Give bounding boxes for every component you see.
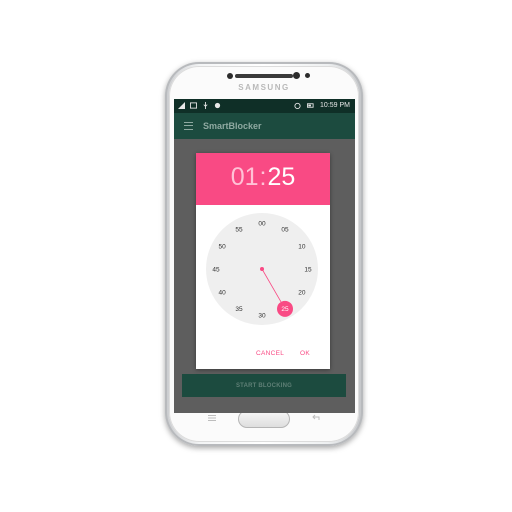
android-icon (214, 102, 221, 109)
back-key-icon[interactable] (311, 414, 321, 422)
time-display: 01:25 (196, 162, 330, 192)
hour-display[interactable]: 01 (231, 163, 259, 191)
minute-label-15[interactable]: 15 (304, 266, 312, 273)
minute-label-50[interactable]: 50 (219, 243, 227, 250)
status-bar: 10:59 PM (174, 99, 355, 113)
menu-key-icon[interactable] (207, 414, 217, 422)
app-bar: SmartBlocker (174, 113, 355, 139)
proximity-sensor-icon (305, 73, 310, 78)
minute-label-45[interactable]: 45 (212, 266, 220, 273)
minute-label-00[interactable]: 00 (258, 220, 266, 227)
minute-label-30[interactable]: 30 (258, 312, 266, 319)
alarm-icon (294, 102, 301, 109)
cancel-button[interactable]: CANCEL (256, 350, 284, 357)
status-time: 10:59 PM (320, 102, 350, 109)
phone-screen: 10:59 PM SmartBlocker START BLOCKING 01:… (174, 99, 355, 413)
minute-label-05[interactable]: 05 (281, 226, 289, 233)
minute-label-25[interactable]: 25 (281, 306, 289, 313)
sensor-icon (293, 72, 300, 79)
minute-label-10[interactable]: 10 (298, 243, 306, 250)
time-picker-dialog: 01:25 00 05 10 15 20 25 30 35 40 45 50 55 CANCEL OK (196, 153, 330, 369)
app-title: SmartBlocker (203, 121, 262, 131)
start-blocking-button[interactable]: START BLOCKING (182, 374, 346, 397)
clock-dial[interactable]: 00 05 10 15 20 25 30 35 40 45 50 55 (206, 213, 318, 325)
time-picker-header: 01:25 (196, 153, 330, 205)
earpiece-speaker (235, 74, 293, 78)
minute-label-35[interactable]: 35 (235, 306, 243, 313)
minute-clock-face[interactable]: 00 05 10 15 20 25 30 35 40 45 50 55 (206, 213, 318, 325)
signal-icon (178, 102, 185, 109)
minute-display[interactable]: 25 (267, 163, 295, 191)
brand-logo: SAMSUNG (238, 83, 290, 92)
image-icon (190, 102, 197, 109)
front-camera-icon (227, 73, 233, 79)
clock-center-dot (260, 267, 264, 271)
minute-label-40[interactable]: 40 (219, 289, 227, 296)
ok-button[interactable]: OK (300, 350, 310, 357)
hamburger-menu-icon[interactable] (184, 122, 193, 130)
minute-label-20[interactable]: 20 (298, 289, 306, 296)
minute-label-55[interactable]: 55 (235, 226, 243, 233)
battery-icon (307, 103, 314, 108)
usb-icon (203, 102, 208, 109)
